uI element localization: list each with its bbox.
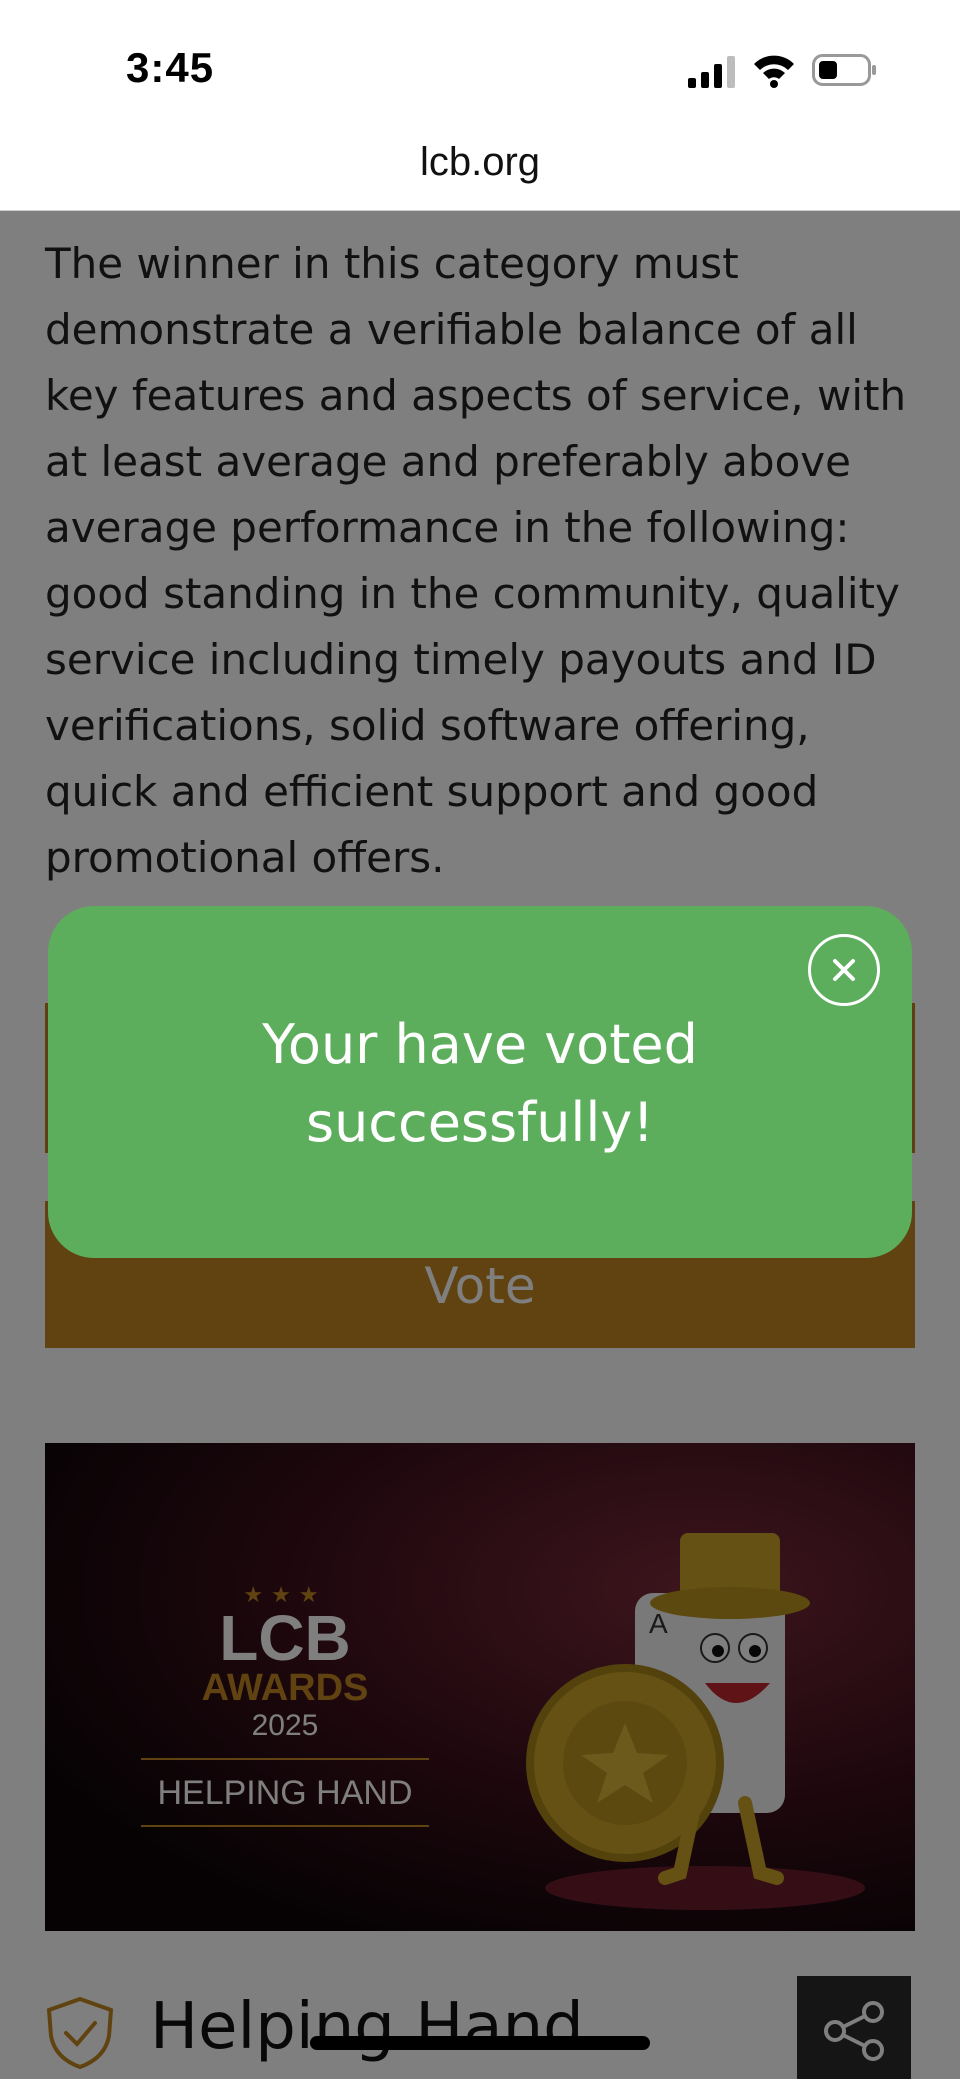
status-bar: 3:45 [0,0,960,120]
toast-message: Your have voted successfully! [262,1013,698,1154]
wifi-icon [754,55,794,88]
close-icon [833,959,855,981]
url-text[interactable]: lcb.org [0,140,960,185]
vote-success-toast: Your have voted successfully! [48,906,912,1258]
status-time: 3:45 [126,44,215,91]
home-indicator[interactable] [310,2036,650,2050]
battery-icon [812,54,876,86]
close-button[interactable] [808,934,880,1006]
signal-icon [688,56,735,88]
browser-address-bar[interactable]: lcb.org [0,120,960,211]
